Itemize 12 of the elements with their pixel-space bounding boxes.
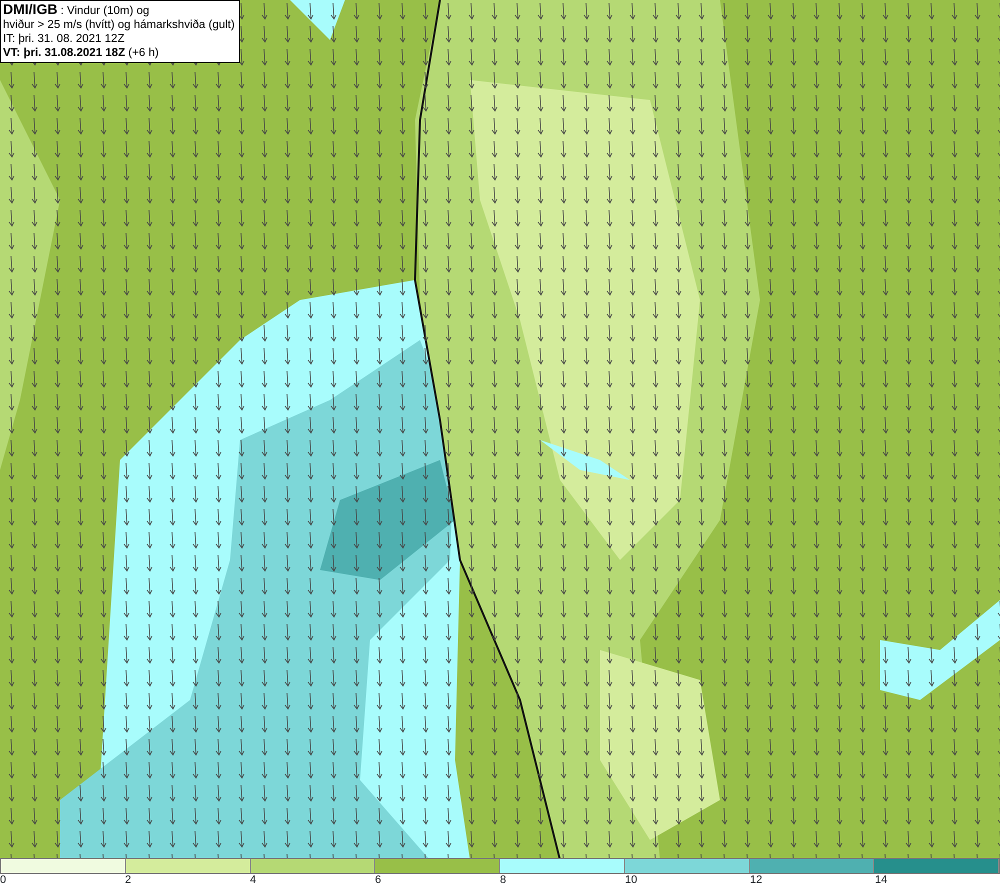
legend-label: 8 bbox=[500, 874, 506, 886]
legend-label: 0 bbox=[0, 874, 6, 886]
legend-label: 6 bbox=[375, 874, 382, 886]
map-title: DMI/IGB : Vindur (10m) og bbox=[3, 2, 150, 18]
legend-label: 10 bbox=[625, 874, 638, 886]
legend-label: 4 bbox=[250, 874, 256, 886]
legend-label: 14 bbox=[875, 874, 888, 886]
map-subtitle: hviður > 25 m/s (hvítt) og hámarkshviða (gult) bbox=[3, 18, 235, 32]
legend-label: 12 bbox=[750, 874, 762, 886]
map-subtitle: IT: þri. 31. 08. 2021 12Z bbox=[3, 32, 126, 46]
map-subtitle: VT: þri. 31.08.2021 18Z (+6 h) bbox=[3, 46, 160, 60]
legend-label: 2 bbox=[125, 874, 132, 886]
